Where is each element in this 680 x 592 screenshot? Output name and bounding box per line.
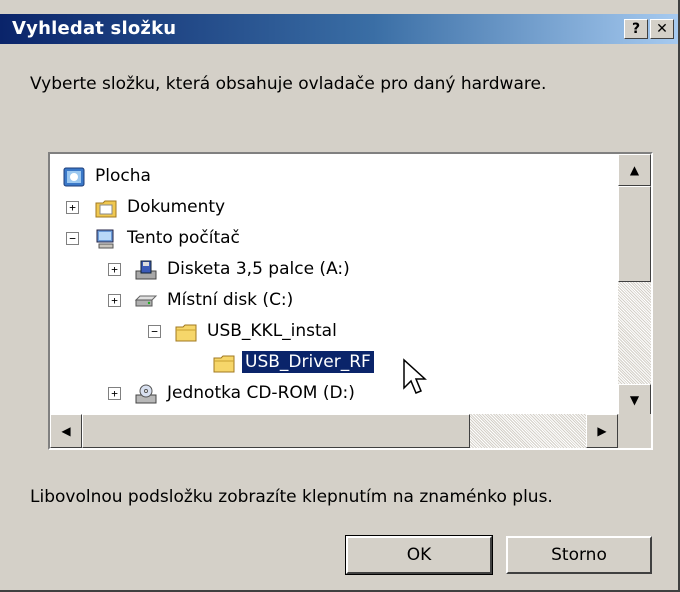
hard-disk-icon: [134, 295, 158, 307]
tree-node-label: Místní disk (C:): [167, 290, 294, 310]
cd-drive-icon: [135, 384, 157, 404]
expand-toggle[interactable]: +: [108, 263, 121, 276]
expand-toggle[interactable]: +: [66, 201, 79, 214]
close-button[interactable]: ✕: [650, 19, 674, 39]
scroll-up-button[interactable]: ▲: [618, 154, 651, 186]
collapse-toggle[interactable]: −: [66, 232, 79, 245]
tree-node-usb-kkl-instal[interactable]: − USB_KKL_instal: [50, 319, 610, 345]
scroll-left-button[interactable]: ◀: [50, 414, 82, 448]
tree-node-documents[interactable]: + Dokumenty: [50, 195, 610, 221]
mouse-pointer-icon: [403, 358, 427, 394]
tree-node-desktop[interactable]: Plocha: [50, 164, 610, 190]
ok-button[interactable]: OK: [345, 535, 493, 575]
tree-node-usb-driver-rf[interactable]: USB_Driver_RF: [50, 350, 610, 376]
tree-node-my-computer[interactable]: − Tento počítač: [50, 226, 610, 252]
scrollbar-corner: [618, 414, 651, 448]
tree-node-label: Dokumenty: [127, 197, 226, 217]
tree-node-label: Tento počítač: [127, 228, 240, 248]
hint-text: Libovolnou podsložku zobrazíte klepnutím…: [30, 487, 553, 507]
folder-tree-list: Plocha + Dokumenty − Tento počítač + Dis…: [50, 154, 618, 416]
tree-node-label: Jednotka CD-ROM (D:): [167, 383, 355, 403]
folder-icon: [213, 355, 235, 373]
dialog-prompt: Vyberte složku, která obsahuje ovladače …: [30, 74, 547, 94]
tree-node-floppy[interactable]: + Disketa 3,5 palce (A:): [50, 257, 610, 283]
dialog-title: Vyhledat složku: [12, 18, 177, 39]
collapse-toggle[interactable]: −: [148, 325, 161, 338]
floppy-drive-icon: [135, 260, 157, 280]
documents-folder-icon: [95, 200, 117, 218]
help-button[interactable]: ?: [624, 19, 648, 39]
tree-node-label: Disketa 3,5 palce (A:): [167, 259, 350, 279]
expand-toggle[interactable]: +: [108, 387, 121, 400]
desktop-icon: [63, 167, 85, 187]
horizontal-scrollbar[interactable]: ◀ ▶: [50, 414, 618, 448]
scroll-right-button[interactable]: ▶: [586, 414, 618, 448]
scroll-thumb[interactable]: [618, 186, 651, 282]
tree-node-label: Plocha: [95, 166, 151, 186]
cancel-button[interactable]: Storno: [506, 536, 652, 574]
title-bar[interactable]: Vyhledat složku ? ✕: [0, 14, 678, 44]
vertical-scrollbar[interactable]: ▲ ▼: [618, 154, 651, 416]
tree-node-cd-rom[interactable]: + Jednotka CD-ROM (D:): [50, 381, 610, 407]
folder-icon: [175, 324, 197, 342]
my-computer-icon: [96, 229, 114, 249]
tree-node-label: USB_KKL_instal: [207, 321, 337, 341]
tree-node-label-selected: USB_Driver_RF: [241, 350, 375, 374]
folder-tree-view[interactable]: Plocha + Dokumenty − Tento počítač + Dis…: [48, 152, 653, 450]
browse-folder-dialog: Vyhledat složku ? ✕ Vyberte složku, kter…: [0, 0, 680, 592]
expand-toggle[interactable]: +: [108, 294, 121, 307]
scroll-down-button[interactable]: ▼: [618, 384, 651, 416]
scroll-thumb-horizontal[interactable]: [82, 414, 470, 448]
tree-node-local-disk[interactable]: + Místní disk (C:): [50, 288, 610, 314]
